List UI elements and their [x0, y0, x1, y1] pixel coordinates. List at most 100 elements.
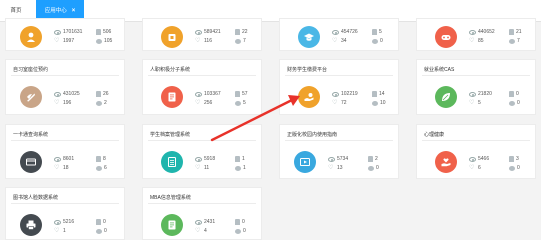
comment-icon — [235, 100, 241, 106]
app-card[interactable]: 就业系统CAS 21820 ♡ 5 0 0 — [416, 59, 536, 115]
divider — [422, 75, 530, 76]
comment-count: 0 — [243, 228, 246, 234]
thumb-up-icon — [96, 219, 101, 225]
favorite-count: 13 — [337, 165, 343, 171]
card-title: 自习室座位预约 — [13, 67, 49, 73]
heart-icon: ♡ — [54, 164, 60, 171]
comment-icon — [509, 165, 515, 171]
like-count: 14 — [379, 91, 385, 97]
app-card[interactable]: MBA信息管理系统 2431 ♡ 4 0 0 — [142, 187, 262, 240]
card-title: 图书馆人脸数据系统 — [13, 195, 59, 201]
heart-icon: ♡ — [195, 37, 201, 44]
comment-count: 0 — [517, 100, 520, 106]
eye-icon — [54, 219, 61, 225]
heart-icon: ♡ — [195, 227, 201, 234]
thumb-up-icon — [235, 29, 240, 35]
eye-icon — [332, 91, 339, 97]
like-count: 57 — [242, 91, 248, 97]
leaf-icon — [435, 86, 457, 108]
like-count: 26 — [103, 91, 109, 97]
divider — [11, 203, 119, 204]
app-card[interactable]: 440652 ♡ 85 21 7 — [416, 18, 536, 51]
app-card[interactable]: 正版化校园内使用指南 5734 ♡ 13 2 0 — [279, 124, 399, 179]
favorite-count: 116 — [204, 38, 212, 44]
comment-icon — [96, 165, 102, 171]
thumb-up-icon — [235, 156, 240, 162]
divider — [148, 75, 256, 76]
favorite-count: 18 — [63, 165, 69, 171]
app-card[interactable]: 学生档案管理系统 5918 ♡ 11 1 1 — [142, 124, 262, 179]
app-card[interactable]: 589421 ♡ 116 22 7 — [142, 18, 262, 51]
heart-icon: ♡ — [469, 164, 475, 171]
hand-coin-icon — [298, 86, 320, 108]
thumb-up-icon — [96, 91, 101, 97]
view-count: 8601 — [63, 156, 75, 162]
favorite-count: 4 — [204, 228, 207, 234]
eye-icon — [54, 156, 61, 162]
thumb-up-icon — [235, 91, 240, 97]
app-card[interactable]: 一卡通查询系统 8601 ♡ 18 8 6 — [5, 124, 125, 179]
graduation-cap-icon — [298, 26, 320, 48]
heart-icon: ♡ — [54, 37, 60, 44]
heart-icon: ♡ — [195, 164, 201, 171]
printer-icon — [20, 214, 42, 236]
document-icon — [161, 214, 183, 236]
favorite-count: 256 — [204, 100, 213, 106]
like-count: 8 — [103, 156, 106, 162]
card-title: 学生档案管理系统 — [150, 132, 191, 138]
thumb-up-icon — [372, 29, 377, 35]
app-card[interactable]: 图书馆人脸数据系统 5216 ♡ 1 0 0 — [5, 187, 125, 240]
view-count: 5466 — [478, 156, 490, 162]
app-card[interactable]: 财务学生缴费平台 102219 ♡ 72 14 10 — [279, 59, 399, 115]
comment-icon — [368, 165, 374, 171]
comment-count: 0 — [380, 38, 383, 44]
like-count: 506 — [103, 29, 112, 35]
view-count: 431025 — [63, 91, 80, 97]
like-count: 22 — [242, 29, 248, 35]
view-count: 589421 — [204, 29, 221, 35]
user-badge-icon — [20, 26, 42, 48]
divider — [148, 203, 256, 204]
comment-count: 0 — [104, 228, 107, 234]
app-card[interactable]: 人职积极分子系统 103367 ♡ 256 57 5 — [142, 59, 262, 115]
like-count: 0 — [103, 219, 106, 225]
gamepad-icon — [435, 26, 457, 48]
card-title: MBA信息管理系统 — [150, 195, 191, 201]
favorite-count: 11 — [204, 165, 210, 171]
document-icon — [161, 86, 183, 108]
comment-icon — [235, 228, 241, 234]
thumb-up-icon — [509, 91, 514, 97]
eye-icon — [469, 29, 476, 35]
thumb-up-icon — [509, 29, 514, 35]
comment-count: 105 — [104, 38, 113, 44]
app-card[interactable]: 自习室座位预约 431025 ♡ 196 26 2 — [5, 59, 125, 115]
app-card[interactable]: 心理健康 5466 ♡ 6 3 0 — [416, 124, 536, 179]
thumb-up-icon — [509, 156, 514, 162]
hand-heart-icon — [435, 151, 457, 173]
view-count: 102219 — [341, 91, 358, 97]
divider — [285, 140, 393, 141]
comment-icon — [96, 228, 102, 234]
comment-icon — [372, 38, 378, 44]
favorite-count: 1 — [63, 228, 66, 234]
thumb-up-icon — [368, 156, 373, 162]
like-count: 0 — [242, 219, 245, 225]
leaf-pen-icon — [20, 86, 42, 108]
view-count: 5918 — [204, 156, 216, 162]
comment-count: 5 — [243, 100, 246, 106]
video-icon — [294, 151, 316, 173]
app-card[interactable]: 454726 ♡ 34 5 0 — [279, 18, 399, 51]
cup-icon — [161, 26, 183, 48]
eye-icon — [195, 156, 202, 162]
like-count: 1 — [242, 156, 245, 162]
view-count: 103367 — [204, 91, 221, 97]
comment-count: 7 — [243, 38, 246, 44]
thumb-up-icon — [96, 156, 101, 162]
thumb-up-icon — [235, 219, 240, 225]
app-card[interactable]: 1701631 ♡ 1997 506 105 — [5, 18, 125, 51]
comment-icon — [235, 165, 241, 171]
eye-icon — [332, 29, 339, 35]
view-count: 440652 — [478, 29, 495, 35]
like-count: 21 — [516, 29, 522, 35]
comment-count: 0 — [376, 165, 379, 171]
